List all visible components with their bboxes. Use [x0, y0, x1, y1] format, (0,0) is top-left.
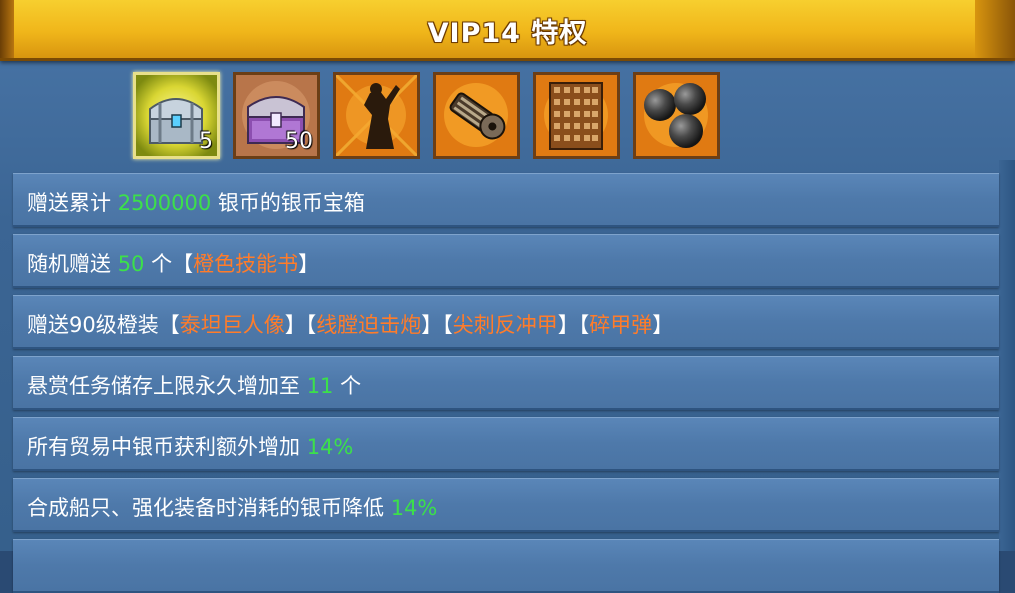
- item-name: 碎甲弹: [589, 313, 653, 337]
- reward-slot-cannonballs[interactable]: [633, 72, 720, 159]
- privilege-row-partial: [13, 539, 999, 593]
- text-segment: 悬赏任务储存上限永久增加至: [27, 374, 307, 398]
- item-name: 泰坦巨人像: [179, 313, 285, 337]
- text-segment: 】: [652, 313, 674, 337]
- reward-slot-titan-statue[interactable]: [333, 72, 420, 159]
- privilege-row: 合成船只、强化装备时消耗的银币降低 14%: [13, 478, 999, 532]
- gatling-cannon-icon: [436, 75, 517, 156]
- privilege-row: 赠送90级橙装【泰坦巨人像】【线膛迫击炮】【尖刺反冲甲】【碎甲弹】: [13, 295, 999, 349]
- text-segment: 所有贸易中银币获利额外增加: [27, 435, 307, 459]
- right-edge-shadow: [999, 160, 1015, 551]
- privilege-row: 所有贸易中银币获利额外增加 14%: [13, 417, 999, 471]
- reward-slot-silver-chest[interactable]: 5: [133, 72, 220, 159]
- item-name: 尖刺反冲甲: [452, 313, 558, 337]
- text-segment: 个【: [144, 252, 194, 276]
- privilege-text: 赠送累计 2500000 银币的银币宝箱: [27, 187, 365, 217]
- text-segment: 赠送90级橙装【: [27, 313, 180, 337]
- reward-slot-gatling-cannon[interactable]: [433, 72, 520, 159]
- text-segment: 随机赠送: [27, 252, 118, 276]
- highlight-value: 11: [306, 374, 334, 398]
- text-segment: 】: [298, 252, 320, 276]
- spiked-armor-icon: [536, 75, 617, 156]
- text-segment: 个: [333, 374, 362, 398]
- text-segment: 】【: [284, 313, 317, 337]
- reward-slot-purple-chest[interactable]: 50: [233, 72, 320, 159]
- privilege-text: 随机赠送 50 个【橙色技能书】: [27, 248, 319, 278]
- highlight-value: 14%: [306, 435, 354, 459]
- privilege-text: 悬赏任务储存上限永久增加至 11 个: [27, 370, 361, 400]
- highlight-value: 50: [117, 252, 145, 276]
- text-segment: 合成船只、强化装备时消耗的银币降低: [27, 496, 391, 520]
- item-name: 橙色技能书: [193, 252, 299, 276]
- title-bar: VIP14 特权: [0, 0, 1015, 61]
- privilege-row: 随机赠送 50 个【橙色技能书】: [13, 234, 999, 288]
- text-segment: 赠送累计: [27, 191, 118, 215]
- privilege-text: 赠送90级橙装【泰坦巨人像】【线膛迫击炮】【尖刺反冲甲】【碎甲弹】: [27, 309, 673, 339]
- reward-count: 50: [285, 129, 313, 154]
- reward-slot-spiked-armor[interactable]: [533, 72, 620, 159]
- highlight-value: 2500000: [117, 191, 212, 215]
- reward-count: 5: [199, 129, 213, 154]
- text-segment: 】【: [421, 313, 453, 337]
- highlight-value: 14%: [390, 496, 438, 520]
- text-segment: 银币的银币宝箱: [211, 191, 365, 215]
- privilege-row: 悬赏任务储存上限永久增加至 11 个: [13, 356, 999, 410]
- cannonballs-icon: [636, 75, 717, 156]
- page-title: VIP14 特权: [427, 18, 588, 49]
- titan-statue-icon: [336, 75, 417, 156]
- privilege-text: 合成船只、强化装备时消耗的银币降低 14%: [27, 492, 437, 522]
- privilege-text: 所有贸易中银币获利额外增加 14%: [27, 431, 353, 461]
- privilege-row: 赠送累计 2500000 银币的银币宝箱: [13, 173, 999, 227]
- item-name: 线膛迫击炮: [316, 313, 422, 337]
- text-segment: 】【: [557, 313, 590, 337]
